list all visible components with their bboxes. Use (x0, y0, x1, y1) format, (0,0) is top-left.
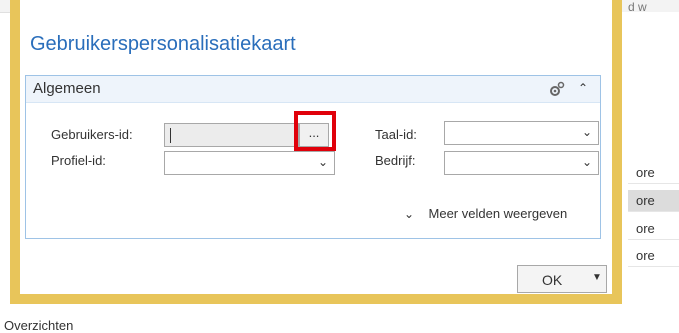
section-title: Algemeen (33, 80, 101, 97)
list-item[interactable]: ore (628, 218, 679, 240)
settings-gear-icon[interactable] (548, 81, 566, 97)
dialog-title: Gebruikerspersonalisatiekaart (30, 33, 296, 55)
list-item[interactable]: ore (628, 162, 679, 184)
ok-button[interactable]: OK ▼ (517, 265, 607, 293)
lookup-button[interactable]: ... (299, 123, 329, 147)
chevron-down-icon: ⌄ (581, 125, 592, 139)
user-id-label: Gebruikers-id: (51, 127, 133, 142)
profile-id-label: Profiel-id: (51, 153, 106, 168)
list-item[interactable]: ore (628, 245, 679, 267)
chevron-down-icon: ⌄ (317, 155, 328, 169)
user-id-field[interactable] (164, 123, 299, 147)
background-footer (0, 304, 679, 333)
text-caret (170, 128, 171, 143)
profile-id-select[interactable]: ⌄ (164, 151, 335, 175)
overzichten-link[interactable]: Overzichten (4, 318, 73, 333)
dropdown-arrow-icon[interactable]: ▼ (592, 272, 602, 283)
chevron-down-icon: ⌄ (581, 155, 592, 169)
language-id-select[interactable]: ⌄ (444, 121, 599, 145)
section-header[interactable]: Algemeen ⌃ (26, 76, 600, 103)
ok-label: OK (542, 272, 563, 288)
more-fields-link[interactable]: ⌄ Meer velden weergeven (404, 205, 567, 223)
more-fields-label: Meer velden weergeven (428, 206, 568, 221)
chevron-down-icon: ⌄ (404, 207, 415, 221)
company-label: Bedrijf: (375, 153, 416, 168)
company-select[interactable]: ⌄ (444, 151, 599, 175)
collapse-chevron-icon[interactable]: ⌃ (578, 81, 588, 95)
list-item-selected[interactable]: ore (628, 190, 679, 212)
language-id-label: Taal-id: (375, 127, 417, 142)
